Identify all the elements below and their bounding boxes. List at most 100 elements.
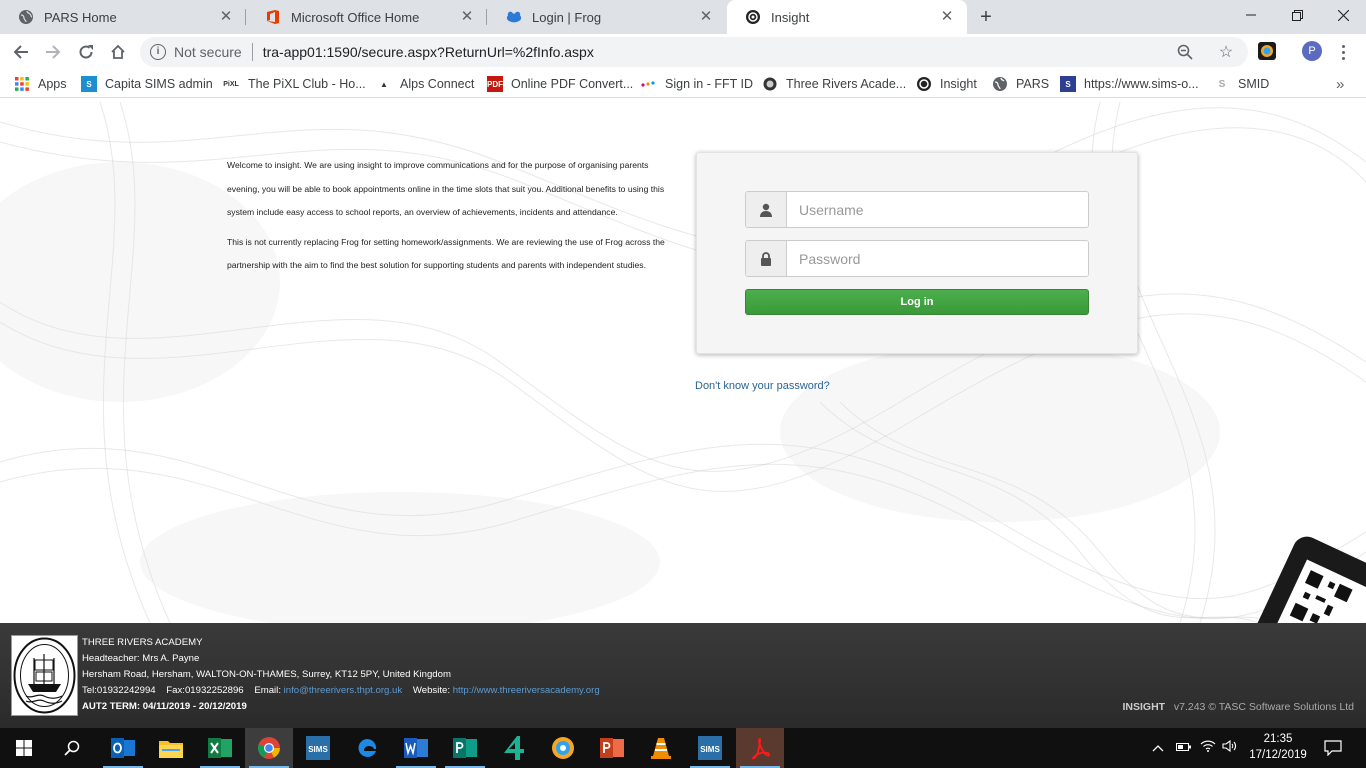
close-window-button[interactable]: [1320, 0, 1366, 30]
bookmark-three-rivers[interactable]: Three Rivers Acade...: [762, 75, 906, 93]
username-input[interactable]: [787, 192, 1088, 227]
outlook-icon: [111, 738, 135, 758]
bookmark-label: Online PDF Convert...: [511, 77, 634, 91]
volume-icon[interactable]: [1222, 739, 1238, 755]
password-field-group: [745, 240, 1089, 277]
fax: Fax:01932252896: [166, 685, 244, 696]
info-icon[interactable]: i: [150, 44, 166, 60]
taskbar-excel[interactable]: [196, 728, 244, 768]
headteacher: Headteacher: Mrs A. Payne: [82, 653, 200, 664]
login-button[interactable]: Log in: [745, 289, 1089, 315]
school-address: Hersham Road, Hersham, WALTON-ON-THAMES,…: [82, 669, 451, 680]
reload-button[interactable]: [74, 40, 98, 64]
tab-login-frog[interactable]: Login | Frog ✕: [488, 0, 726, 34]
bookmark-online-pdf[interactable]: PDF Online PDF Convert...: [487, 75, 633, 93]
user-icon: [746, 192, 787, 227]
bookmarks-overflow-icon[interactable]: »: [1336, 76, 1344, 93]
notifications-icon[interactable]: [1324, 740, 1342, 759]
clock-date: 17/12/2019: [1249, 749, 1307, 761]
taskbar-word[interactable]: [392, 728, 440, 768]
globe-icon: [992, 76, 1008, 92]
intro-text: Welcome to insight. We are using insight…: [227, 154, 677, 284]
close-tab-icon[interactable]: ✕: [218, 9, 234, 25]
office-icon: [265, 9, 281, 25]
tab-title: Insight: [771, 9, 810, 25]
home-icon: [111, 44, 125, 59]
wifi-icon[interactable]: [1200, 740, 1216, 755]
tab-title: Microsoft Office Home: [291, 9, 420, 25]
website-link[interactable]: http://www.threeriversacademy.org: [453, 685, 600, 696]
version-number: v7.243: [1173, 701, 1206, 713]
pdf-icon: PDF: [487, 76, 503, 92]
url-text[interactable]: tra-app01:1590/secure.aspx?ReturnUrl=%2f…: [263, 44, 594, 60]
website-label: Website:: [412, 685, 451, 696]
taskbar-4od[interactable]: [490, 728, 538, 768]
extension-icon[interactable]: [1258, 42, 1278, 62]
restore-button[interactable]: [1274, 0, 1320, 30]
bookmark-label: Sign in - FFT ID: [665, 77, 753, 91]
address-bar[interactable]: i Not secure tra-app01:1590/secure.aspx?…: [140, 37, 1248, 67]
crest-icon: [762, 76, 778, 92]
taskbar-chrome[interactable]: [245, 728, 293, 768]
sims-icon: SIMS: [306, 736, 330, 760]
home-button[interactable]: [106, 40, 130, 64]
tab-separator: [486, 9, 487, 25]
tab-separator: [245, 9, 246, 25]
taskbar-outlook[interactable]: [99, 728, 147, 768]
taskbar-acrobat[interactable]: [736, 728, 784, 768]
taskbar-publisher[interactable]: [441, 728, 489, 768]
taskbar-sims-2[interactable]: SIMS: [686, 728, 734, 768]
taskbar-vlc[interactable]: [637, 728, 685, 768]
close-tab-icon[interactable]: ✕: [698, 9, 714, 25]
page-footer: THREE RIVERS ACADEMY Headteacher: Mrs A.…: [0, 623, 1366, 728]
close-tab-icon[interactable]: ✕: [939, 9, 955, 25]
back-button[interactable]: [9, 40, 33, 64]
start-button[interactable]: [0, 728, 48, 768]
bookmark-fft-id[interactable]: Sign in - FFT ID: [641, 75, 753, 93]
forgot-password-link[interactable]: Don't know your password?: [695, 380, 830, 392]
close-tab-icon[interactable]: ✕: [459, 9, 475, 25]
zoom-icon[interactable]: [1176, 43, 1194, 61]
battery-icon[interactable]: [1176, 740, 1192, 755]
profile-avatar[interactable]: P: [1302, 41, 1322, 61]
bookmark-label: PARS: [1016, 77, 1050, 91]
bookmark-apps[interactable]: Apps: [14, 75, 67, 93]
new-tab-button[interactable]: +: [976, 7, 996, 27]
browser-menu-icon[interactable]: [1336, 40, 1350, 64]
tab-insight[interactable]: Insight ✕: [727, 0, 967, 34]
taskbar-powerpoint[interactable]: [588, 728, 636, 768]
bookmark-sims-online[interactable]: S https://www.sims-o...: [1060, 75, 1199, 93]
tab-microsoft-office-home[interactable]: Microsoft Office Home ✕: [247, 0, 487, 34]
bookmark-insight[interactable]: Insight: [916, 75, 977, 93]
tab-pars-home[interactable]: PARS Home ✕: [0, 0, 246, 34]
security-status[interactable]: Not secure: [174, 44, 242, 60]
telephone: Tel:01932242994: [82, 685, 156, 696]
minimize-button[interactable]: [1228, 0, 1274, 30]
taskbar-file-explorer[interactable]: [147, 728, 195, 768]
lock-icon: [746, 241, 787, 276]
tab-strip: PARS Home ✕ Microsoft Office Home ✕ Logi…: [0, 0, 1366, 34]
bookmark-capita-sims[interactable]: S Capita SIMS admin: [81, 75, 213, 93]
taskbar-app-round[interactable]: [539, 728, 587, 768]
email-link[interactable]: info@threerivers.thpt.org.uk: [284, 685, 403, 696]
school-name: THREE RIVERS ACADEMY: [82, 637, 203, 648]
search-button[interactable]: [48, 728, 96, 768]
taskbar-sims-1[interactable]: SIMS: [294, 728, 342, 768]
password-input[interactable]: [787, 241, 1088, 276]
frog-icon: [506, 9, 522, 25]
bookmark-pars[interactable]: PARS: [992, 75, 1049, 93]
term-dates: AUT2 TERM: 04/11/2019 - 20/12/2019: [82, 701, 247, 712]
tab-title: Login | Frog: [532, 9, 602, 25]
username-field-group: [745, 191, 1089, 228]
insight-icon: [745, 9, 761, 25]
taskbar-edge[interactable]: [343, 728, 391, 768]
bookmark-pixl-club[interactable]: PiXL The PiXL Club - Ho...: [222, 75, 365, 93]
bookmark-label: Insight: [940, 77, 977, 91]
forward-button[interactable]: [41, 40, 65, 64]
bookmark-smid[interactable]: S SMID: [1214, 75, 1270, 93]
tray-chevron-up-icon[interactable]: [1152, 740, 1164, 755]
bookmark-star-icon[interactable]: ☆: [1217, 43, 1235, 61]
system-clock[interactable]: 21:35 17/12/2019: [1246, 731, 1310, 763]
bookmark-alps-connect[interactable]: ▲ Alps Connect: [376, 75, 474, 93]
qr-code-graphic: [1241, 536, 1366, 623]
